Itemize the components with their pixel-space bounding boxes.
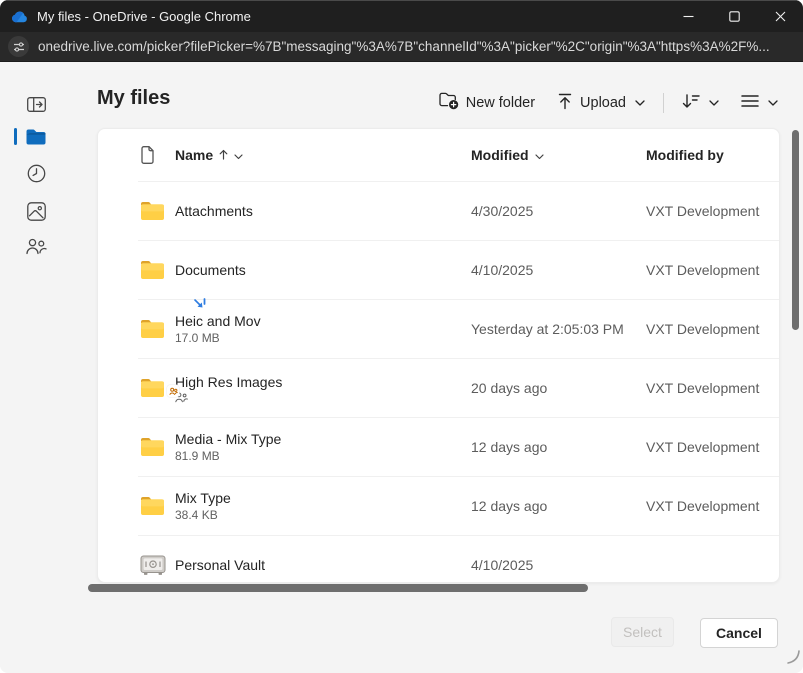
sidebar-item-shared[interactable] xyxy=(24,234,48,258)
table-row[interactable]: Attachments 4/30/2025 VXT Development xyxy=(98,182,779,240)
chevron-down-icon xyxy=(709,100,719,106)
page-title: My files xyxy=(97,87,170,110)
table-row[interactable]: Media - Mix Type 81.9 MB 12 days ago VXT… xyxy=(98,418,779,476)
modified-by: VXT Development xyxy=(646,439,779,455)
maximize-button[interactable] xyxy=(711,1,757,33)
chevron-down-icon xyxy=(768,100,778,106)
sidebar-item-recent[interactable] xyxy=(24,161,48,185)
shared-folder-icon xyxy=(140,378,175,398)
sidebar xyxy=(0,62,70,673)
file-name: Mix Type xyxy=(175,490,471,506)
file-size: 81.9 MB xyxy=(175,449,471,463)
modified-date: 12 days ago xyxy=(471,439,646,455)
upload-button[interactable]: Upload xyxy=(553,91,649,116)
horizontal-scrollbar[interactable] xyxy=(88,584,588,592)
address-bar[interactable]: onedrive.live.com/picker?filePicker=%7B"… xyxy=(0,32,803,62)
sort-button[interactable] xyxy=(678,91,723,115)
table-header: Name Modified Modified by xyxy=(98,129,779,181)
modified-by: VXT Development xyxy=(646,321,779,337)
modified-by: VXT Development xyxy=(646,203,779,219)
upload-label: Upload xyxy=(580,95,626,111)
shared-people-icon xyxy=(175,392,471,403)
modified-by: VXT Development xyxy=(646,498,779,514)
sort-icon xyxy=(682,93,700,113)
modified-date: 4/10/2025 xyxy=(471,557,646,573)
table-row[interactable]: Personal Vault 4/10/2025 xyxy=(98,536,779,583)
table-row[interactable]: Mix Type 38.4 KB 12 days ago VXT Develop… xyxy=(98,477,779,535)
file-type-icon[interactable] xyxy=(140,146,175,164)
onedrive-cloud-icon xyxy=(11,11,28,23)
modified-by: VXT Development xyxy=(646,380,779,396)
file-name: Personal Vault xyxy=(175,557,471,573)
new-folder-icon xyxy=(439,92,459,114)
vertical-scrollbar[interactable] xyxy=(792,130,799,330)
window-titlebar: My files - OneDrive - Google Chrome xyxy=(0,0,803,32)
folder-icon xyxy=(140,496,175,516)
mouse-cursor xyxy=(193,298,209,319)
sidebar-item-photos[interactable] xyxy=(24,199,48,223)
folder-icon xyxy=(140,319,175,339)
window-title: My files - OneDrive - Google Chrome xyxy=(37,9,251,24)
modified-date: 4/30/2025 xyxy=(471,203,646,219)
modified-date: 20 days ago xyxy=(471,380,646,396)
table-body: Attachments 4/30/2025 VXT Development Do… xyxy=(98,182,779,583)
file-size: 17.0 MB xyxy=(175,331,471,345)
modified-by: VXT Development xyxy=(646,262,779,278)
folder-icon xyxy=(140,201,175,221)
table-row[interactable]: Documents 4/10/2025 VXT Development xyxy=(98,241,779,299)
file-name: Attachments xyxy=(175,203,471,219)
file-name: Heic and Mov xyxy=(175,313,471,329)
close-button[interactable] xyxy=(757,1,803,33)
toolbar-divider xyxy=(663,93,664,113)
site-settings-icon[interactable] xyxy=(8,36,29,57)
list-view-icon xyxy=(741,94,759,112)
expand-navigation-icon[interactable] xyxy=(24,92,48,116)
modified-date: 12 days ago xyxy=(471,498,646,514)
select-button[interactable]: Select xyxy=(611,617,674,647)
file-list: Name Modified Modified by xyxy=(97,128,780,583)
modified-date: 4/10/2025 xyxy=(471,262,646,278)
folder-icon xyxy=(140,437,175,457)
file-name: Media - Mix Type xyxy=(175,431,471,447)
table-row[interactable]: High Res Images 20 days ago VXT Developm… xyxy=(98,359,779,417)
file-name: Documents xyxy=(175,262,471,278)
resize-grip-icon[interactable] xyxy=(786,650,800,669)
sort-ascending-icon xyxy=(219,147,228,163)
toolbar: New folder Upload xyxy=(435,88,782,118)
cancel-button[interactable]: Cancel xyxy=(700,618,778,648)
folder-icon xyxy=(140,260,175,280)
file-name: High Res Images xyxy=(175,374,471,390)
picker-content: My files New folder Upload xyxy=(0,62,803,673)
sidebar-item-my-files[interactable] xyxy=(24,125,48,149)
url-text[interactable]: onedrive.live.com/picker?filePicker=%7B"… xyxy=(38,39,770,54)
shared-badge-icon xyxy=(167,385,179,397)
new-folder-button[interactable]: New folder xyxy=(435,90,539,116)
personal-vault-icon xyxy=(140,555,175,576)
file-size: 38.4 KB xyxy=(175,508,471,522)
browser-window: My files - OneDrive - Google Chrome oned… xyxy=(0,0,803,673)
sidebar-selection-indicator xyxy=(14,128,17,145)
new-folder-label: New folder xyxy=(466,95,535,111)
upload-icon xyxy=(557,93,573,114)
chevron-down-icon xyxy=(635,100,645,106)
minimize-button[interactable] xyxy=(665,1,711,33)
chevron-down-icon xyxy=(535,147,544,163)
view-options-button[interactable] xyxy=(737,92,782,114)
column-header-name[interactable]: Name xyxy=(175,147,471,163)
column-header-modified-by[interactable]: Modified by xyxy=(646,147,779,163)
modified-date: Yesterday at 2:05:03 PM xyxy=(471,321,646,337)
column-header-modified[interactable]: Modified xyxy=(471,147,646,163)
chevron-down-icon xyxy=(234,147,243,163)
